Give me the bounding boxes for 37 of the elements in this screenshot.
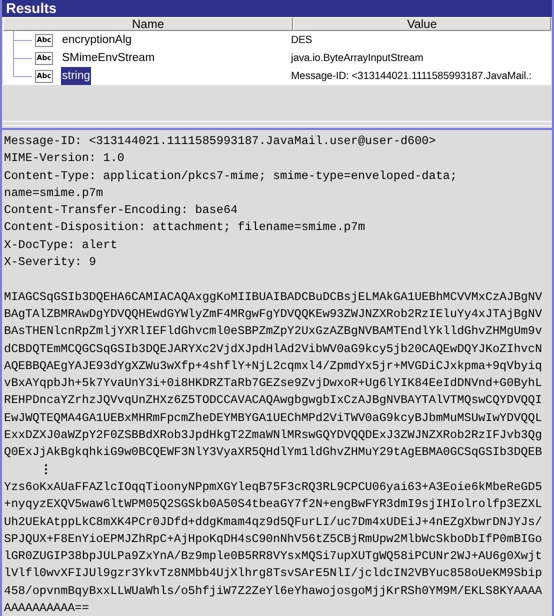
text-line: EwJWQTEQMA4GA1UEBxMHRmFpcmZheDEYMBYGA1UEChMPd2ViTWV0aG9kcyBJbmMuMSUwIwYDVQQL	[4, 410, 544, 427]
text-line: +nyqyzEXQV5waw6ltWPM05Q2SGSkb0A50S4tbeaGY7f2N+engBwFYR3dmI9sjIHIolrolfp3EZXL	[4, 496, 544, 514]
text-line: Content-Disposition: attachment; filename=smime.p7m	[4, 219, 366, 236]
window-title: Results	[2, 0, 552, 17]
text-line: vBxAYqpbJh+5k7YvaUnY3i+0i8HKDRZTaRb7GEZse9ZvjDwxoR+Ug6lYIK84EeIdDNVnd+G0ByhL	[4, 375, 544, 392]
text-line: BAsTHENlcnRpZmljYXRlIEFldGhvcml0eSBPZmZpY2UxGzAZBgNVBAMTEndlYklldGhvZHMgUm9v	[4, 323, 544, 340]
text-line: ExxDZXJ0aWZpY2F0ZSBBdXRob3JpdHkgT2ZmaWNlMRswGQYDVQQDExJ3ZWJNZXRob2RzIFJvb3Qg	[4, 427, 544, 444]
text-line: name=smime.p7m	[4, 184, 104, 202]
text-line: Message-ID: <313144021.1111585993187.JavaMail.user@user-d600>	[4, 133, 437, 150]
table-cell-text: java.io.ByteArrayInputStream	[291, 52, 424, 64]
text-line: MIAGCSqGSIb3DQEHA6CAMIACAQAxggKoMIIBUAIBADCBuDCBsjELMAkGA1UEBhMCVVMxCzAJBgNV	[4, 288, 544, 306]
text-line: Content-Transfer-Encoding: base64	[4, 202, 239, 220]
text-line: SPJQUX+F8EnYioEPMJZhRpC+AjHpoKqDH4sC90nNhV56tZ5CBjRmUpw2MlbWcSkboDbIfP0mBIGo	[4, 530, 544, 548]
text-line: MIME-Version: 1.0	[4, 150, 126, 168]
tree-item[interactable]: SMimeEnvStream	[61, 49, 156, 67]
column-header[interactable]: Name	[3, 17, 293, 31]
text-line: 458/opvnmBqyBxxLLWUaWhls/o5hfjiW7Z2ZeYl6eYhawojosgoMjjKrRSh0YM9M/EKLS8KYAAAA	[4, 582, 544, 600]
text-line: Uh2UEkAtppLkC8mXK4PCr0JDfd+ddgKmam4qz9d5QFurLI/uc7Dm4xUDEiJ+4nEZgXbwrDNJYJs/	[4, 514, 544, 531]
tree-connector	[11, 31, 32, 49]
text-line: AAAAAAAAAA==	[4, 600, 90, 616]
column-header[interactable]: Value	[293, 17, 551, 31]
text-line: Content-Type: application/pkcs7-mime; smime-type=enveloped-data;	[4, 168, 458, 185]
text-line: REHPDncaYZrhzJQVvqUnZHXz6Z5TODCCAVACAQAwgbgwgbIxCzAJBgNVBAYTAlVTMQswCQYDVQQI	[4, 392, 544, 410]
text-line: Yzs6oKxAUaFFAZlcIOqqTioonyNPpmXGYleqB75F3cRQ3RL9CPCU06yai63+A3Eoie6kMbeReGD5	[4, 478, 544, 496]
text-line: X-Severity: 9	[4, 254, 98, 272]
text-line: BAgTAlZBMRAwDgYDVQQHEwdGYWlyZmF4MRgwFgYDVQQKEw93ZWJNZXRob2RzIEluYy4xJTAjBgNV	[4, 306, 544, 323]
table-cell-text: DES	[291, 34, 314, 46]
text-line: AQEBBQAEgYAJE93dYgXZWu3wXfp+4shflY+NjL2cqmxl4/ZpmdYx5jr+MVGDiCJxkpma+9qVbyiq	[4, 358, 544, 375]
text-line: lGR0ZUGIP38bpJULPa9ZxYnA/Bz9mple0B5RR8VYsxMQSi7upXUTgWQ58iPCUNr2WJ+AU6g0Xwjt	[4, 548, 544, 566]
text-line: X-DocType: alert	[4, 236, 118, 254]
text-line: lVlfl0wvXFIJUl9gzr3YkvTz8NMbb4UjXlhrg8TsvSArE5NlI/jcldcIN2VBYuc858oUeKM9Sbip	[4, 565, 544, 582]
text-line: Q0ExJjAkBgkqhkiG9w0BCQEWF3NlY3VyaXR5QHdlYm1ldGhvZHMuY29tAgEBMA0GCSqGSIb3DQEB	[4, 444, 544, 462]
ellipsis-mark: ⋮	[40, 462, 52, 477]
text-line: dCBDQTEmMCQGCSqGSIb3DQEJARYXc2VjdXJpdHlAd2VibWV0aG9kcy5jb20CAQEwDQYJKoZIhvcN	[4, 340, 544, 358]
tree-item[interactable]: encryptionAlg	[61, 31, 133, 49]
tree-item[interactable]: string	[61, 67, 92, 85]
table-cell-text: Message-ID: <313144021.1111585993187.JavaMail.:	[291, 70, 533, 82]
